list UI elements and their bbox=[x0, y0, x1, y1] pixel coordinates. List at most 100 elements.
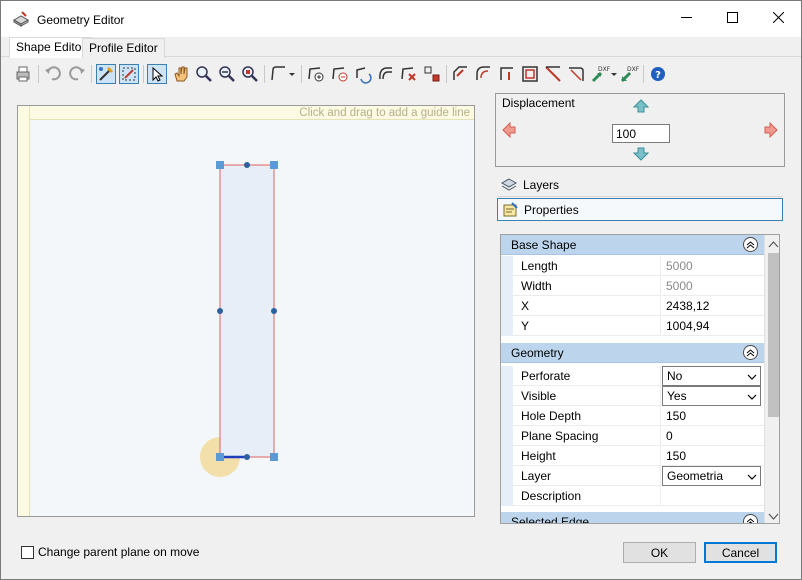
category-geometry[interactable]: Geometry bbox=[501, 343, 764, 363]
offset-icon[interactable] bbox=[520, 64, 540, 84]
drawing-canvas[interactable]: Click and drag to add a guide line bbox=[17, 105, 475, 517]
shape-drawing[interactable] bbox=[18, 106, 474, 516]
property-name: Length bbox=[513, 256, 661, 276]
geometry-editor-window: Geometry Editor Shape Editor Profile Edi… bbox=[0, 0, 802, 580]
property-value-hole-depth[interactable]: 150 bbox=[662, 406, 764, 426]
tab-profile-editor[interactable]: Profile Editor bbox=[82, 38, 165, 58]
toolbar: DXF DXF ? bbox=[1, 58, 801, 88]
tab-shape-editor[interactable]: Shape Editor bbox=[9, 37, 93, 58]
export-dxf-icon[interactable]: DXF bbox=[619, 64, 640, 84]
chevron-down-icon bbox=[747, 391, 757, 405]
midpoint-handle-bottom[interactable] bbox=[244, 454, 250, 460]
property-row-y: Y 1004,94 bbox=[501, 316, 764, 336]
midpoint-handle-left[interactable] bbox=[217, 308, 223, 314]
property-value-plane-spacing[interactable]: 0 bbox=[662, 426, 764, 446]
zoom-fit-icon[interactable] bbox=[240, 64, 260, 84]
snap-edit-icon[interactable] bbox=[96, 64, 116, 84]
remove-point-icon[interactable] bbox=[330, 64, 350, 84]
scroll-up-chevron-icon[interactable] bbox=[768, 238, 779, 252]
property-row-layer: Layer Geometria bbox=[501, 466, 764, 486]
displacement-input[interactable] bbox=[612, 124, 670, 143]
maximize-button[interactable] bbox=[709, 1, 755, 37]
base-shape-rectangle[interactable] bbox=[219, 164, 275, 458]
maximize-icon bbox=[726, 12, 738, 26]
visible-dropdown[interactable]: Yes bbox=[662, 386, 761, 406]
collapse-chevron-up-icon[interactable] bbox=[743, 514, 758, 523]
round-corner-icon[interactable] bbox=[474, 64, 494, 84]
property-grid-scrollbar[interactable] bbox=[764, 235, 779, 523]
resize-handle-top-left[interactable] bbox=[216, 161, 224, 169]
chevron-down-icon bbox=[747, 371, 757, 385]
print-icon[interactable] bbox=[13, 64, 33, 84]
collapse-chevron-up-icon[interactable] bbox=[743, 345, 758, 360]
zoom-out-icon[interactable] bbox=[217, 64, 237, 84]
collapse-chevron-up-icon[interactable] bbox=[743, 237, 758, 252]
property-value-height[interactable]: 150 bbox=[662, 446, 764, 466]
category-selected-edge[interactable]: Selected Edge bbox=[501, 512, 764, 523]
property-name: Visible bbox=[513, 386, 661, 406]
toolbar-separator bbox=[301, 65, 302, 83]
undo-icon[interactable] bbox=[43, 64, 63, 84]
window-title: Geometry Editor bbox=[37, 13, 125, 27]
polyline-dropdown-chevron-icon[interactable] bbox=[287, 64, 297, 84]
property-value-x[interactable]: 2438,12 bbox=[662, 296, 764, 316]
scrollbar-thumb[interactable] bbox=[768, 253, 779, 417]
minimize-button[interactable] bbox=[663, 1, 709, 37]
property-value-y[interactable]: 1004,94 bbox=[662, 316, 764, 336]
editor-tabstrip: Shape Editor Profile Editor bbox=[1, 37, 801, 58]
property-name: X bbox=[513, 296, 661, 316]
properties-panel-header[interactable]: Properties bbox=[497, 198, 783, 221]
pointer-icon[interactable] bbox=[147, 64, 167, 84]
move-up-arrow-icon[interactable] bbox=[632, 99, 650, 116]
midpoint-handle-right[interactable] bbox=[271, 308, 277, 314]
move-down-arrow-icon[interactable] bbox=[632, 147, 650, 164]
property-value-description[interactable] bbox=[662, 486, 764, 506]
redo-icon[interactable] bbox=[67, 64, 87, 84]
property-row-length: Length 5000 bbox=[501, 256, 764, 276]
toolbar-separator bbox=[91, 65, 92, 83]
property-name: Description bbox=[513, 486, 661, 506]
midpoint-handle-top[interactable] bbox=[244, 162, 250, 168]
property-row-description: Description bbox=[501, 486, 764, 506]
layers-panel-header[interactable]: Layers bbox=[497, 174, 783, 197]
resize-handle-top-right[interactable] bbox=[270, 161, 278, 169]
category-base-shape[interactable]: Base Shape bbox=[501, 235, 764, 255]
perforate-dropdown[interactable]: No bbox=[662, 366, 761, 386]
add-point-icon[interactable] bbox=[306, 64, 326, 84]
title-bar: Geometry Editor bbox=[1, 1, 801, 37]
layer-dropdown[interactable]: Geometria bbox=[662, 466, 761, 486]
fillet-icon[interactable] bbox=[566, 64, 586, 84]
properties-panel-label: Properties bbox=[524, 202, 579, 217]
resize-handle-bottom-left[interactable] bbox=[216, 453, 224, 461]
import-dxf-dropdown-chevron-icon[interactable] bbox=[609, 64, 619, 84]
change-parent-plane-option[interactable]: Change parent plane on move bbox=[21, 545, 199, 559]
property-name: Layer bbox=[513, 466, 661, 486]
rotate-shape-icon[interactable] bbox=[353, 64, 373, 84]
close-icon bbox=[772, 11, 784, 26]
resize-handle-bottom-right[interactable] bbox=[270, 453, 278, 461]
zoom-in-icon[interactable] bbox=[194, 64, 214, 84]
cut-corner-icon[interactable] bbox=[451, 64, 471, 84]
chevron-down-icon bbox=[747, 471, 757, 485]
notch-icon[interactable] bbox=[497, 64, 517, 84]
import-dxf-icon[interactable]: DXF bbox=[590, 64, 611, 84]
help-icon[interactable]: ? bbox=[648, 64, 668, 84]
move-left-arrow-icon[interactable] bbox=[502, 121, 516, 141]
move-right-arrow-icon[interactable] bbox=[764, 121, 778, 141]
scroll-down-chevron-icon[interactable] bbox=[768, 510, 779, 523]
property-name: Hole Depth bbox=[513, 406, 661, 426]
ok-button[interactable]: OK bbox=[623, 542, 696, 563]
change-parent-plane-checkbox[interactable] bbox=[21, 545, 34, 559]
transform-icon[interactable] bbox=[422, 64, 442, 84]
property-row-perforate: Perforate No bbox=[501, 366, 764, 386]
polyline-icon[interactable] bbox=[269, 64, 289, 84]
delete-shape-icon[interactable] bbox=[399, 64, 419, 84]
snap-tool-icon[interactable] bbox=[119, 64, 139, 84]
cancel-button[interactable]: Cancel bbox=[704, 542, 777, 563]
pan-hand-icon[interactable] bbox=[171, 64, 191, 84]
change-parent-plane-label: Change parent plane on move bbox=[38, 545, 200, 559]
chamfer-icon[interactable] bbox=[543, 64, 563, 84]
copy-shape-icon[interactable] bbox=[376, 64, 396, 84]
svg-text:DXF: DXF bbox=[627, 66, 640, 73]
close-button[interactable] bbox=[755, 1, 801, 37]
